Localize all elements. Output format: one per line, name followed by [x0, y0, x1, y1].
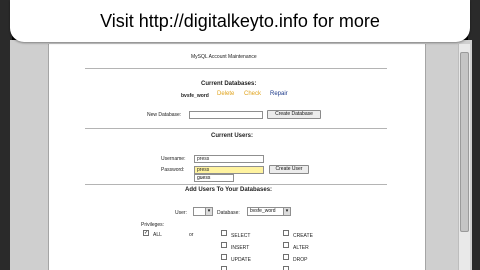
- divider: [85, 184, 387, 185]
- user-select[interactable]: ▾: [193, 207, 213, 216]
- autocomplete-dropdown[interactable]: guess: [194, 174, 234, 182]
- database-name: bvsfe_word: [181, 93, 209, 99]
- divider: [85, 68, 387, 69]
- new-database-input[interactable]: [189, 111, 263, 119]
- password-label: Password:: [161, 167, 185, 173]
- insert-privilege-label: INSERT: [231, 245, 250, 251]
- chevron-down-icon: ▾: [205, 208, 212, 215]
- repair-link[interactable]: Repair: [270, 91, 288, 97]
- divider: [85, 128, 387, 129]
- check-link[interactable]: Check: [244, 91, 261, 97]
- privileges-label: Privileges:: [141, 222, 165, 228]
- create-database-button[interactable]: Create Database: [267, 110, 321, 119]
- delete-link[interactable]: Delete: [217, 91, 234, 97]
- database-select[interactable]: bvsfe_word ▾: [247, 207, 291, 216]
- page-content: MySQL Account Maintenance Current Databa…: [48, 44, 426, 270]
- create-privilege-checkbox[interactable]: [283, 230, 289, 236]
- new-database-label: New Database:: [147, 112, 182, 118]
- current-databases-heading: Current Databases:: [201, 81, 257, 87]
- update-privilege-label: UPDATE: [231, 257, 251, 263]
- insert-privilege-checkbox[interactable]: [221, 242, 227, 248]
- all-privileges-checkbox[interactable]: ✓: [143, 230, 149, 236]
- all-label: ALL: [153, 232, 162, 238]
- page-title: MySQL Account Maintenance: [191, 54, 257, 60]
- create-user-button[interactable]: Create User: [269, 165, 309, 174]
- drop-privilege-checkbox[interactable]: [283, 254, 289, 260]
- create-privilege-label: CREATE: [293, 233, 313, 239]
- alter-privilege-checkbox[interactable]: [283, 242, 289, 248]
- username-label: Username:: [161, 156, 186, 162]
- chevron-down-icon: ▾: [283, 208, 290, 215]
- lock-tables-privilege-checkbox[interactable]: [283, 266, 289, 270]
- select-privilege-label: SELECT: [231, 233, 251, 239]
- database-label: Database:: [217, 210, 240, 216]
- or-label: or: [189, 232, 194, 238]
- scrollbar-thumb[interactable]: [460, 52, 469, 232]
- alter-privilege-label: ALTER: [293, 245, 309, 251]
- database-select-value: bvsfe_word: [250, 208, 276, 214]
- vertical-scrollbar[interactable]: [458, 44, 470, 270]
- add-users-heading: Add Users To Your Databases:: [185, 187, 273, 193]
- drop-privilege-label: DROP: [293, 257, 308, 263]
- select-privilege-checkbox[interactable]: [221, 230, 227, 236]
- username-input[interactable]: press: [194, 155, 264, 163]
- update-privilege-checkbox[interactable]: [221, 254, 227, 260]
- current-users-heading: Current Users:: [211, 133, 254, 139]
- password-input[interactable]: press: [194, 166, 264, 174]
- promo-banner: Visit http://digitalkeyto.info for more: [10, 0, 470, 42]
- user-label: User:: [175, 210, 187, 216]
- delete-privilege-checkbox[interactable]: [221, 266, 227, 270]
